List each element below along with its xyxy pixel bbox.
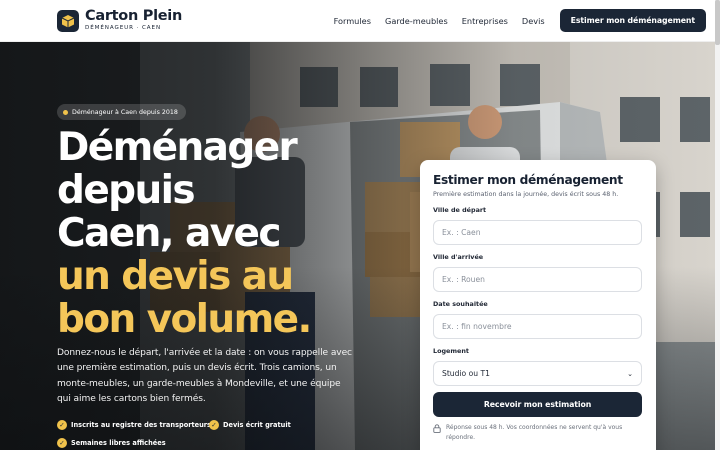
nav-link-devis[interactable]: Devis [522,16,545,26]
main-nav: Formules Garde-meubles Entreprises Devis [334,16,545,26]
trust-point-label: Semaines libres affichées [71,439,166,447]
form-subtitle: Première estimation dans la journée, dev… [433,191,619,198]
chevron-down-icon: ⌄ [627,369,633,378]
date-label: Date souhaitée [433,300,488,308]
trust-point: ✓ Devis écrit gratuit [209,420,291,430]
headline-line: depuis [57,168,196,213]
form-title: Estimer mon déménagement [433,173,623,187]
trust-point-label: Inscrits au registre des transporteurs [71,421,211,429]
nav-link-garde-meubles[interactable]: Garde-meubles [385,16,448,26]
trust-point: ✓ Semaines libres affichées [57,438,166,448]
headline-line: Déménager [57,125,298,170]
scrollbar-thumb[interactable] [715,0,720,45]
arrival-label: Ville d'arrivée [433,253,484,261]
departure-city-input[interactable]: Ex. : Caen [433,220,642,245]
housing-select[interactable]: Studio ou T1 ⌄ [433,361,642,386]
founded-badge: Déménageur à Caen depuis 2018 [57,104,186,120]
privacy-note-text: Réponse sous 48 h. Vos coordonnées ne se… [446,424,623,441]
housing-select-value: Studio ou T1 [442,369,490,378]
dot-icon [63,109,68,115]
arrival-city-input[interactable]: Ex. : Rouen [433,267,642,292]
check-circle-icon: ✓ [57,438,67,448]
estimate-form: Estimer mon déménagement Première estima… [420,160,656,450]
lock-icon [433,424,441,433]
submit-estimate-button[interactable]: Recevoir mon estimation [433,392,642,417]
date-input[interactable]: Ex. : fin novembre [433,314,642,339]
headline-highlight-line: un devis au [57,254,294,299]
trust-point: ✓ Inscrits au registre des transporteurs [57,420,211,430]
box-icon[interactable] [57,9,79,32]
headline-line: Caen, avec [57,211,281,256]
estimate-cta-button[interactable]: Estimer mon déménagement [559,9,706,32]
badge-text: Déménageur à Caen depuis 2018 [72,108,178,116]
hero-headline: Déménager depuis Caen, avec un devis au … [57,126,387,341]
check-circle-icon: ✓ [57,420,67,430]
nav-link-entreprises[interactable]: Entreprises [462,16,508,26]
site-header: Carton Plein DÉMÉNAGEUR · CAEN Formules … [0,0,720,42]
hero-lead: Donnez-nous le départ, l'arrivée et la d… [57,348,352,404]
brand-tagline: DÉMÉNAGEUR · CAEN [85,24,162,31]
brand-name: Carton Plein [85,8,182,25]
headline-highlight-line: bon volume. [57,297,312,342]
privacy-note: Réponse sous 48 h. Vos coordonnées ne se… [433,423,642,442]
brand[interactable]: Carton Plein DÉMÉNAGEUR · CAEN [85,9,182,31]
check-circle-icon: ✓ [209,420,219,430]
nav-link-formules[interactable]: Formules [334,16,371,26]
trust-point-label: Devis écrit gratuit [223,421,291,429]
departure-label: Ville de départ [433,206,487,214]
page-scrollbar[interactable] [715,0,720,450]
housing-label: Logement [433,347,469,355]
